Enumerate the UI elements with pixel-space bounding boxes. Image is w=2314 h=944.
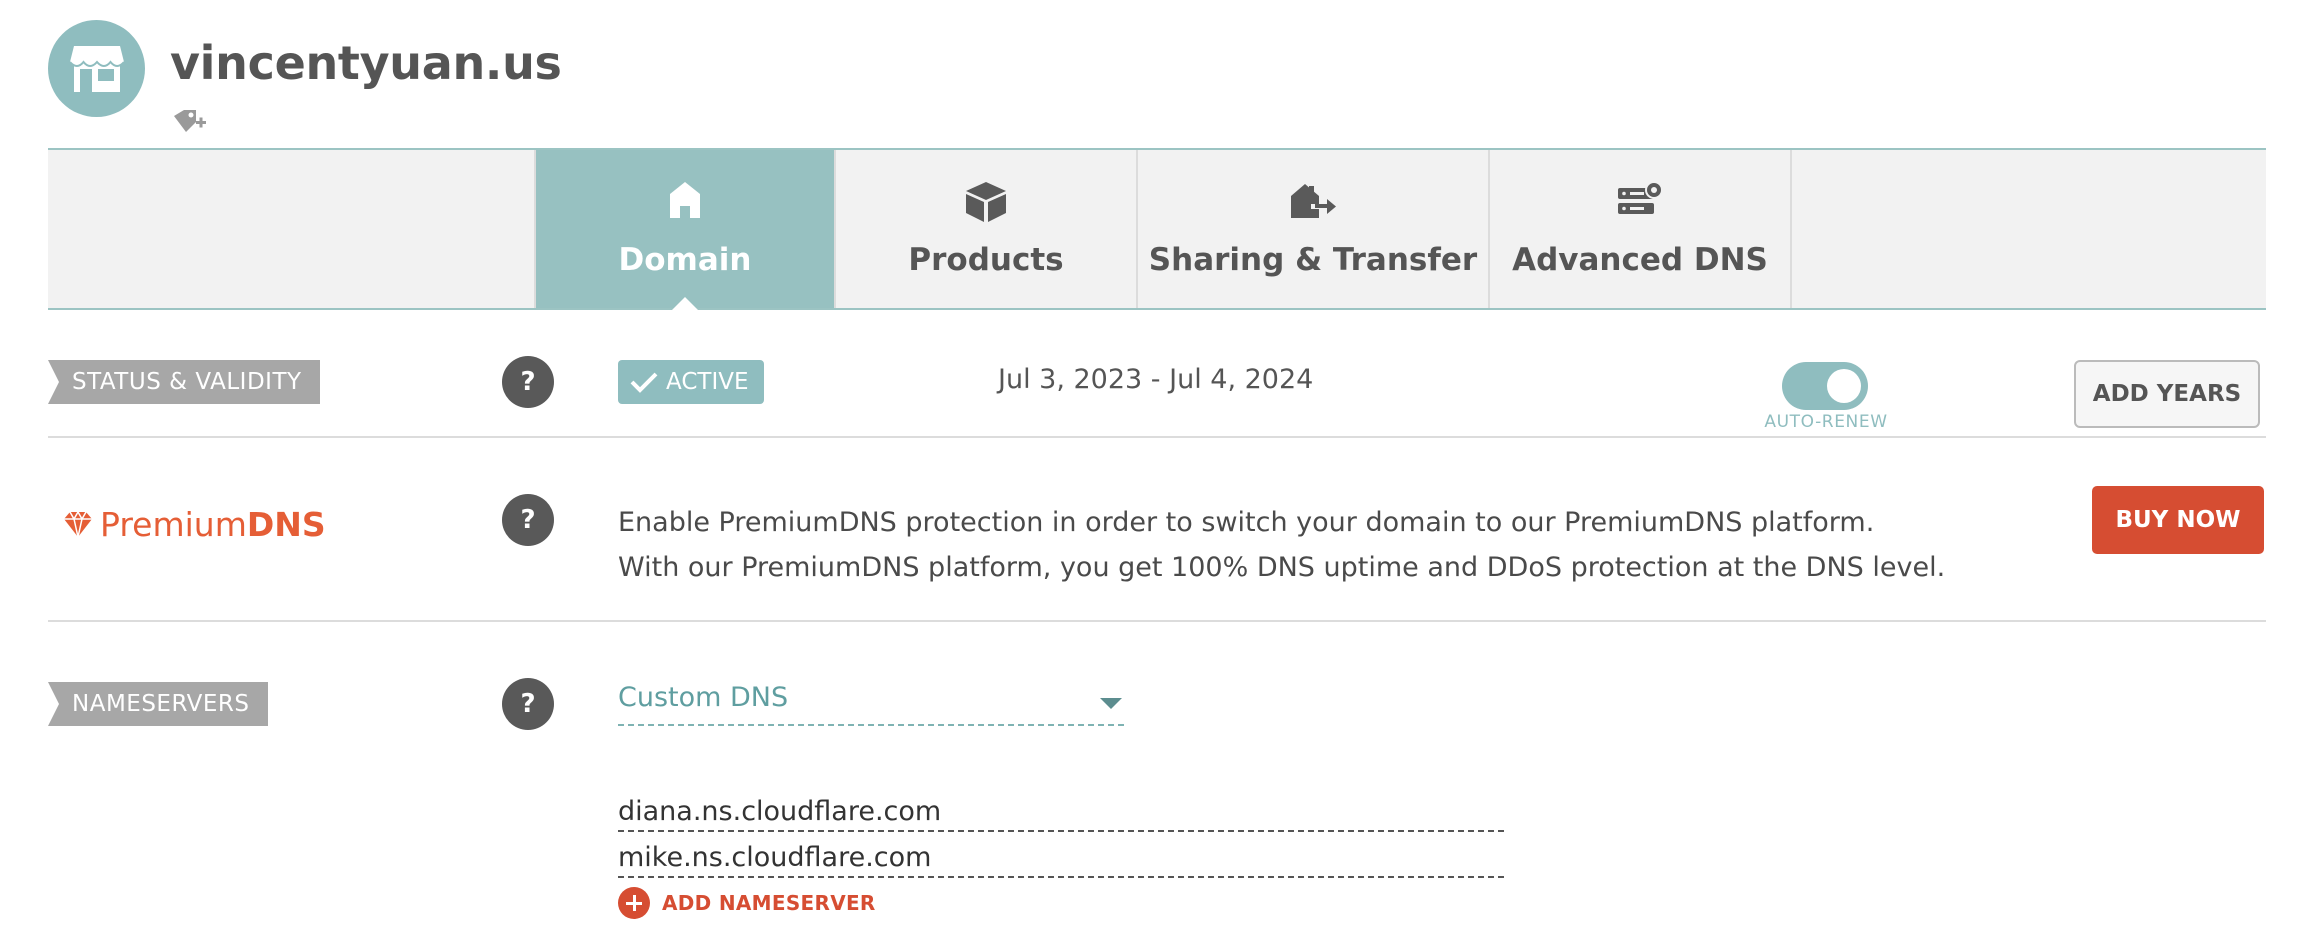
premiumdns-logo: Premium DNS (62, 502, 326, 546)
section-divider (48, 620, 2266, 622)
add-nameserver-label: ADD NAMESERVER (662, 891, 876, 915)
domain-tabs: Domain Products Sharing & Transfer Advan… (48, 148, 2266, 310)
status-section-label: STATUS & VALIDITY (48, 360, 320, 404)
validity-dates: Jul 3, 2023 - Jul 4, 2024 (998, 364, 1314, 395)
storefront-icon (70, 46, 124, 92)
tab-label: Sharing & Transfer (1148, 242, 1478, 278)
help-icon[interactable]: ? (502, 356, 554, 408)
auto-renew-label: AUTO-RENEW (1764, 412, 1888, 432)
premiumdns-line-2: With our PremiumDNS platform, you get 10… (618, 552, 1946, 583)
dns-type-value: Custom DNS (618, 682, 789, 713)
add-years-button[interactable]: ADD YEARS (2074, 360, 2260, 428)
section-divider (48, 436, 2266, 438)
premiumdns-line-1: Enable PremiumDNS protection in order to… (618, 507, 1875, 538)
checkmark-icon (630, 372, 658, 393)
chevron-down-icon (1100, 698, 1122, 709)
tab-label: Products (908, 242, 1064, 278)
domain-avatar (48, 20, 145, 117)
tab-advanced-dns[interactable]: Advanced DNS (1488, 150, 1790, 308)
tab-products[interactable]: Products (834, 150, 1136, 308)
auto-renew-toggle[interactable] (1782, 362, 1868, 410)
buy-now-button[interactable]: BUY NOW (2092, 486, 2264, 554)
gem-icon (64, 510, 92, 538)
tab-domain[interactable]: Domain (534, 150, 834, 310)
dns-type-select[interactable]: Custom DNS (618, 682, 1124, 726)
add-nameserver-button[interactable]: ADD NAMESERVER (618, 886, 876, 920)
tab-label: Domain (618, 242, 752, 278)
nameservers-section-label: NAMESERVERS (48, 682, 268, 726)
add-tag-icon[interactable] (172, 108, 208, 140)
house-transfer-icon (1291, 184, 1336, 218)
status-badge-text: ACTIVE (666, 369, 749, 395)
tab-sharing-transfer[interactable]: Sharing & Transfer (1136, 150, 1488, 308)
home-icon (670, 182, 700, 218)
add-circle-icon (618, 887, 650, 919)
nameserver-input[interactable] (618, 792, 1504, 832)
toggle-knob (1827, 369, 1861, 403)
server-settings-icon (1618, 181, 1663, 214)
premiumdns-logo-text-bold: DNS (246, 504, 326, 544)
domain-title: vincentyuan.us (170, 36, 562, 90)
box-icon (966, 182, 1006, 222)
premiumdns-logo-text: Premium (100, 504, 247, 544)
help-icon[interactable]: ? (502, 678, 554, 730)
tab-divider (1790, 150, 1792, 308)
status-badge: ACTIVE (618, 360, 764, 404)
nameserver-input[interactable] (618, 838, 1504, 878)
premiumdns-description: Enable PremiumDNS protection in order to… (618, 500, 1945, 590)
tab-label: Advanced DNS (1512, 242, 1768, 278)
help-icon[interactable]: ? (502, 494, 554, 546)
